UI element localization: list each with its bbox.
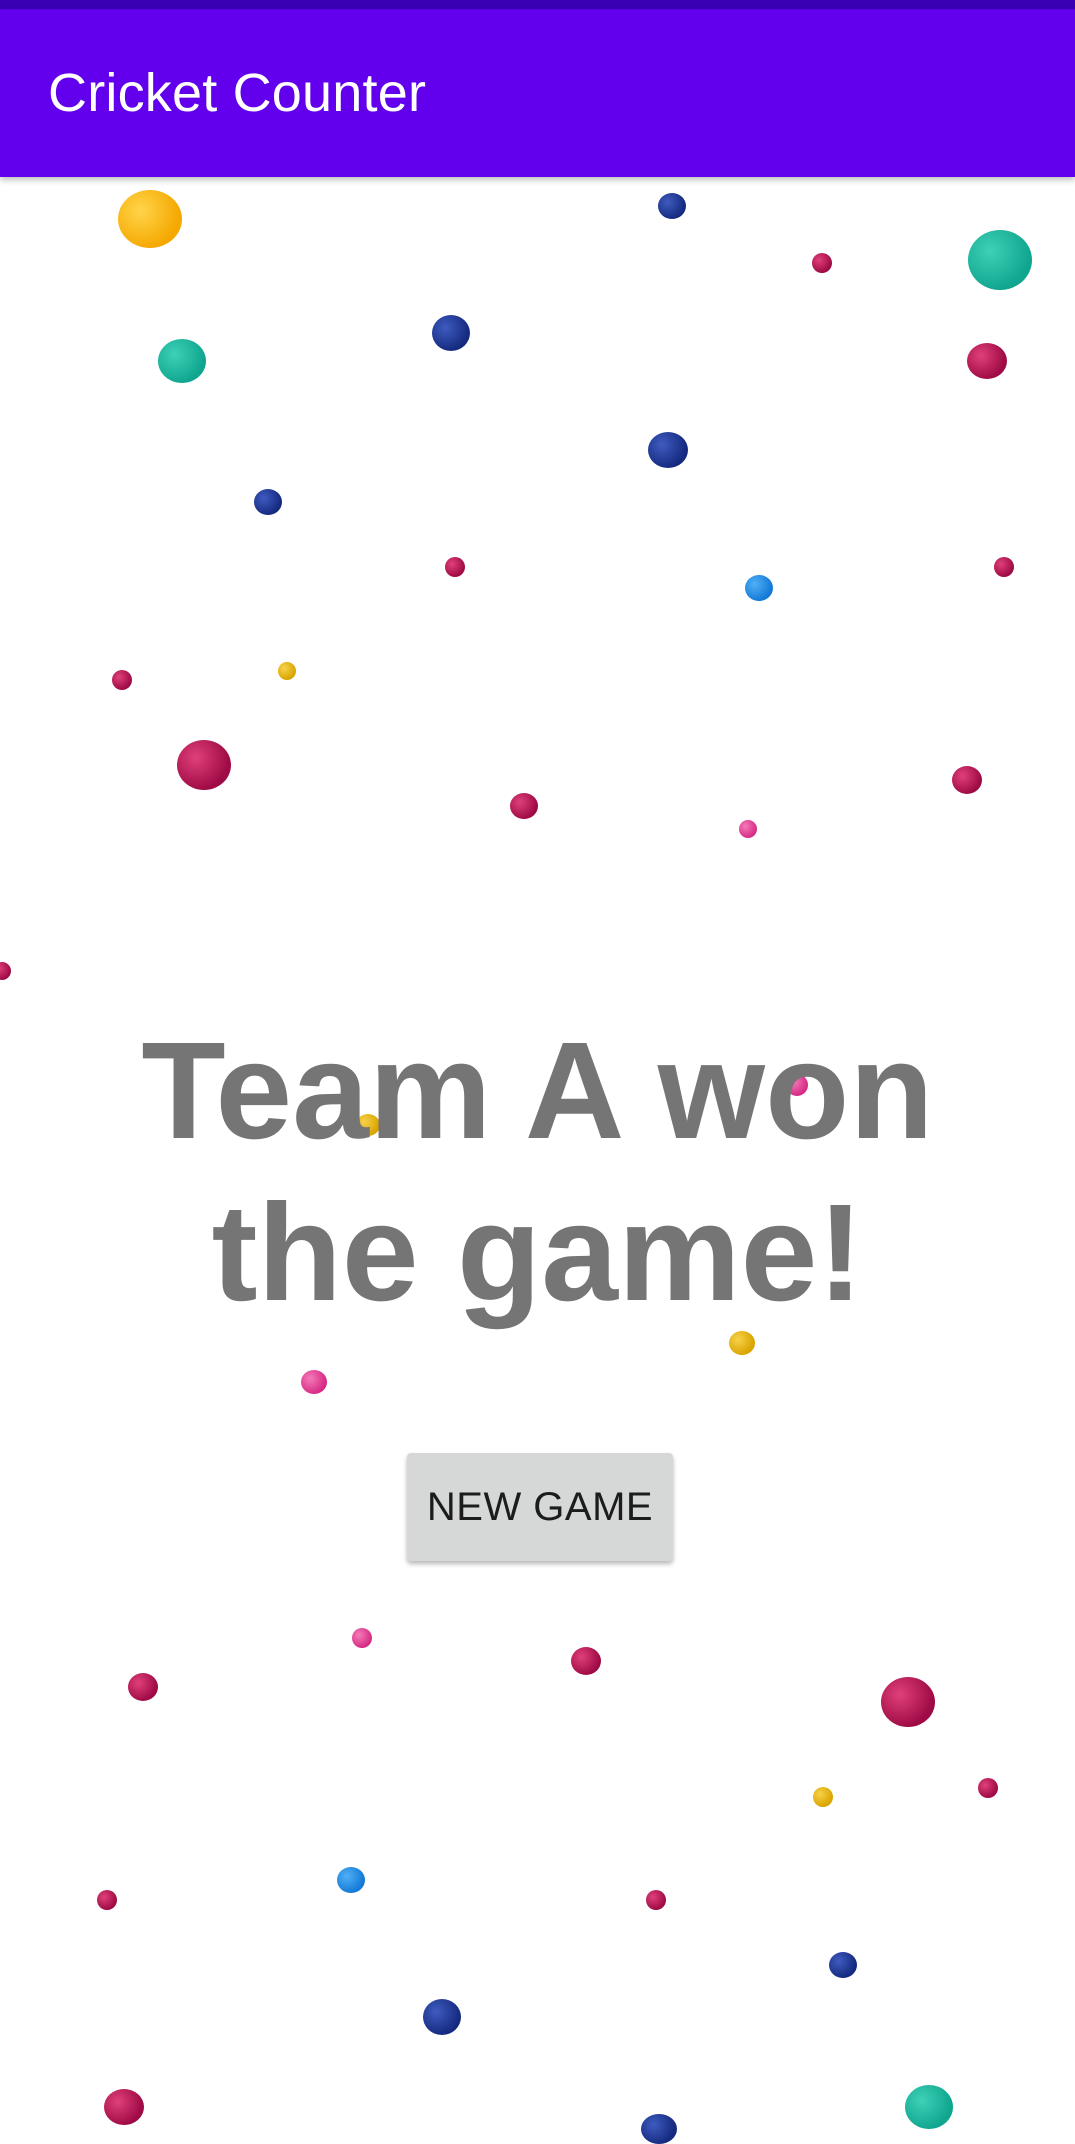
confetti-dot — [571, 1647, 601, 1675]
app-bar: Cricket Counter — [0, 9, 1075, 177]
confetti-dot — [432, 315, 470, 351]
confetti-dot — [104, 2089, 144, 2125]
confetti-dot — [278, 662, 296, 680]
confetti-dot — [968, 230, 1032, 290]
confetti-dot — [739, 820, 757, 838]
confetti-dot — [812, 253, 832, 273]
confetti-dot — [97, 1890, 117, 1910]
confetti-dot — [905, 2085, 953, 2129]
status-bar — [0, 0, 1075, 9]
confetti-dot — [352, 1628, 372, 1648]
confetti-dot — [177, 740, 231, 790]
confetti-dot — [423, 1999, 461, 2035]
confetti-dot — [128, 1673, 158, 1701]
confetti-dot — [729, 1331, 755, 1355]
new-game-button[interactable]: NEW GAME — [407, 1453, 673, 1561]
confetti-dot — [254, 489, 282, 515]
confetti-dot — [978, 1778, 998, 1798]
confetti-dot — [510, 793, 538, 819]
confetti-dot — [994, 557, 1014, 577]
confetti-dot — [301, 1370, 327, 1394]
confetti-dot — [118, 190, 182, 248]
confetti-dot — [813, 1787, 833, 1807]
confetti-dot — [158, 339, 206, 383]
confetti-dot — [112, 670, 132, 690]
confetti-dot — [658, 193, 686, 219]
confetti-dot — [641, 2114, 677, 2144]
confetti-dot — [0, 962, 11, 980]
confetti-dot — [829, 1952, 857, 1978]
confetti-dot — [745, 575, 773, 601]
confetti-dot — [646, 1890, 666, 1910]
confetti-dot — [337, 1867, 365, 1893]
app-title: Cricket Counter — [48, 63, 427, 123]
confetti-dot — [648, 432, 688, 468]
confetti-dot — [881, 1677, 935, 1727]
winner-message: Team A won the game! — [141, 1014, 934, 1330]
confetti-dot — [952, 766, 982, 794]
confetti-dot — [445, 557, 465, 577]
confetti-dot — [967, 343, 1007, 379]
